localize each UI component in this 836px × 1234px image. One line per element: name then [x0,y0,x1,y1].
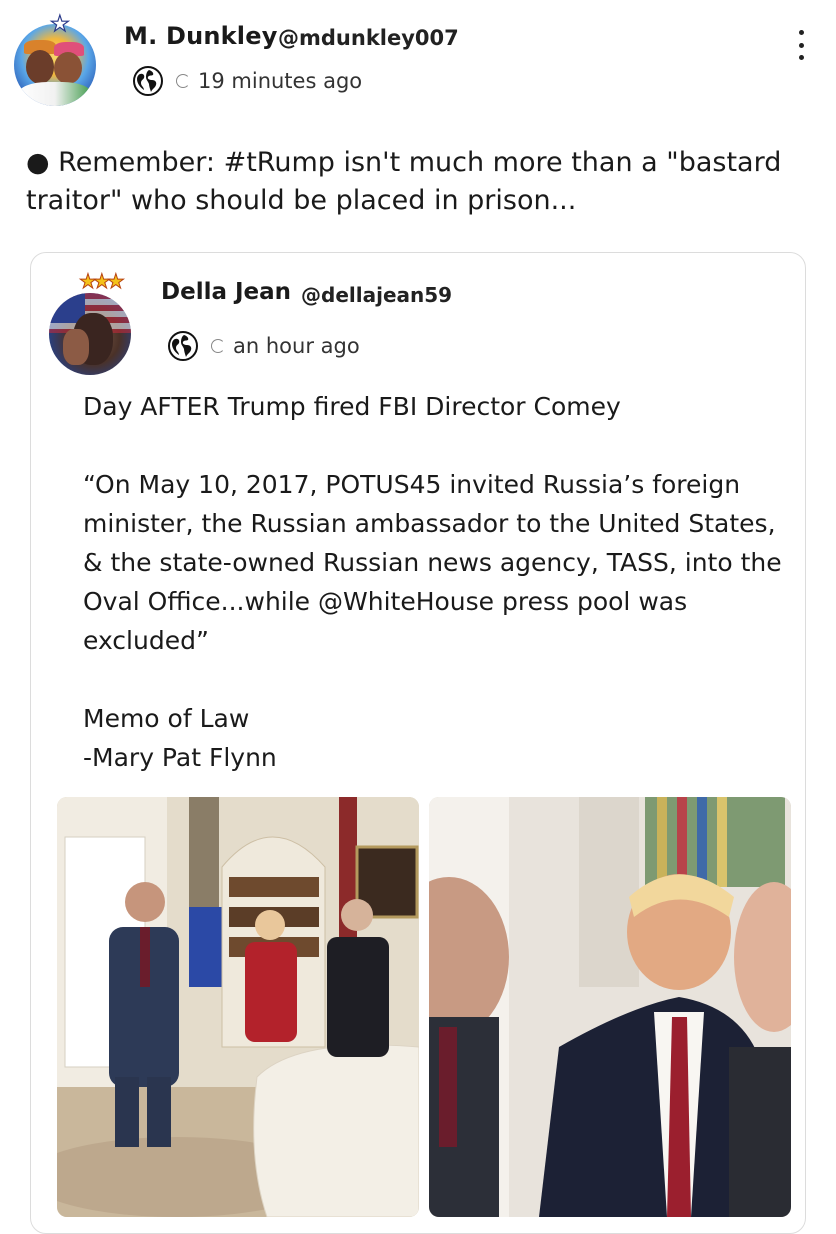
quoted-post-meta: an hour ago [167,329,360,363]
post-header: ★ M. Dunkley @mdunkley007 19 minutes ago [0,0,836,120]
quoted-author-name[interactable]: Della Jean [161,279,291,305]
post-text: ● Remember: #tRump isn't much more than … [26,147,782,216]
quoted-text-line: Day AFTER Trump fired FBI Director Comey [83,392,621,421]
post-timestamp[interactable]: 19 minutes ago [198,69,362,93]
star-badges-icon: ★★★ [79,269,126,293]
edit-indicator-icon [211,339,225,353]
quoted-author-avatar[interactable] [49,293,131,375]
media-photo-2[interactable] [429,797,791,1217]
globe-icon [168,331,198,361]
quoted-author-handle[interactable]: @dellajean59 [301,283,452,307]
star-badge-icon: ★ [49,12,70,37]
quoted-text-signature: -Mary Pat Flynn [83,743,277,772]
edit-indicator-icon [176,74,190,88]
author-handle[interactable]: @mdunkley007 [278,26,459,50]
quoted-post-card[interactable]: ★★★ Della Jean @dellajean59 an hour ago … [30,252,806,1234]
kebab-menu-icon [798,30,804,35]
quoted-text-memo: Memo of Law [83,704,250,733]
quoted-post-timestamp[interactable]: an hour ago [233,334,360,358]
post-meta: 19 minutes ago [132,64,362,98]
closeup-photo [429,797,791,1217]
quoted-post-text: Day AFTER Trump fired FBI Director Comey… [83,387,783,777]
globe-icon [133,66,163,96]
author-name[interactable]: M. Dunkley [124,22,278,50]
media-photo-1[interactable] [57,797,419,1217]
more-options-button[interactable] [794,30,808,60]
oval-office-photo [57,797,419,1217]
quoted-text-paragraph: “On May 10, 2017, POTUS45 invited Russia… [83,470,782,655]
